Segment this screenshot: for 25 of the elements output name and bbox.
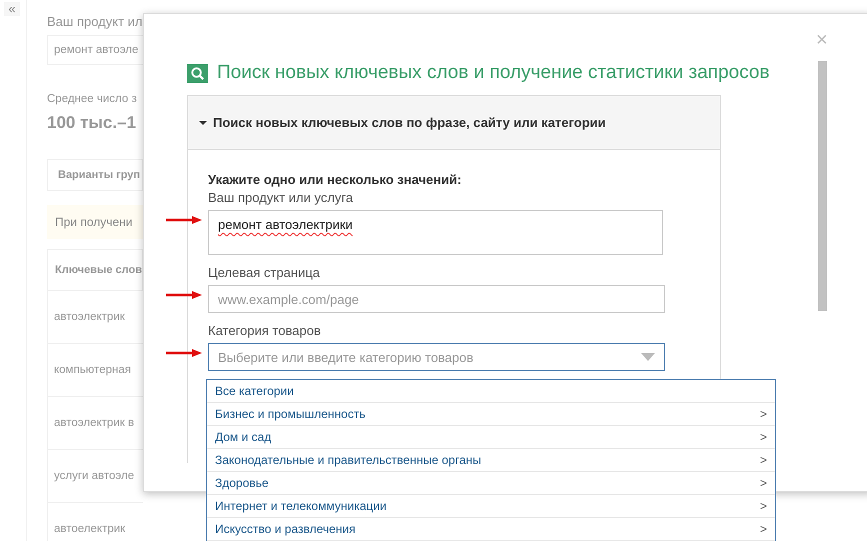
table-header: Ключевые слов bbox=[47, 249, 143, 291]
category-option[interactable]: Интернет и телекоммуникации > bbox=[207, 495, 775, 518]
category-option[interactable]: Бизнес и промышленность > bbox=[207, 403, 775, 426]
category-option[interactable]: Здоровье > bbox=[207, 472, 775, 495]
field-label: Ваш продукт или услуга bbox=[208, 190, 354, 205]
product-label: Ваш продукт ил bbox=[47, 14, 143, 29]
product-field[interactable]: ремонт автоэлектрики bbox=[208, 210, 663, 255]
url-field[interactable]: www.example.com/page bbox=[208, 285, 665, 313]
notice-bar: При получени bbox=[47, 205, 143, 239]
field-label: Категория товаров bbox=[208, 323, 322, 338]
field-label: Целевая страница bbox=[208, 265, 321, 280]
average-label: Среднее число з bbox=[47, 93, 138, 105]
section-title: Поиск новых ключевых слов по фразе, сайту или категории bbox=[213, 115, 606, 130]
category-option[interactable]: Искусство и развлечения > bbox=[207, 518, 775, 541]
instruction-text: Укажите одно или несколько значений: bbox=[208, 172, 462, 187]
section-header[interactable]: Поиск новых ключевых слов по фразе, сайту или категории bbox=[188, 96, 720, 150]
keyword-cell: автоелектрик bbox=[47, 503, 143, 541]
category-option[interactable]: Дом и сад > bbox=[207, 426, 775, 449]
search-icon bbox=[187, 64, 208, 82]
average-value: 100 тыс.–1 bbox=[47, 113, 138, 133]
dialog-title: Поиск новых ключевых слов и получение статистики запросов bbox=[217, 62, 770, 84]
scrollbar[interactable] bbox=[818, 61, 827, 311]
dropdown-arrow-icon bbox=[641, 353, 655, 361]
category-option[interactable]: Все категории bbox=[207, 380, 775, 403]
category-option[interactable]: Законодательные и правительственные органы > bbox=[207, 449, 775, 472]
